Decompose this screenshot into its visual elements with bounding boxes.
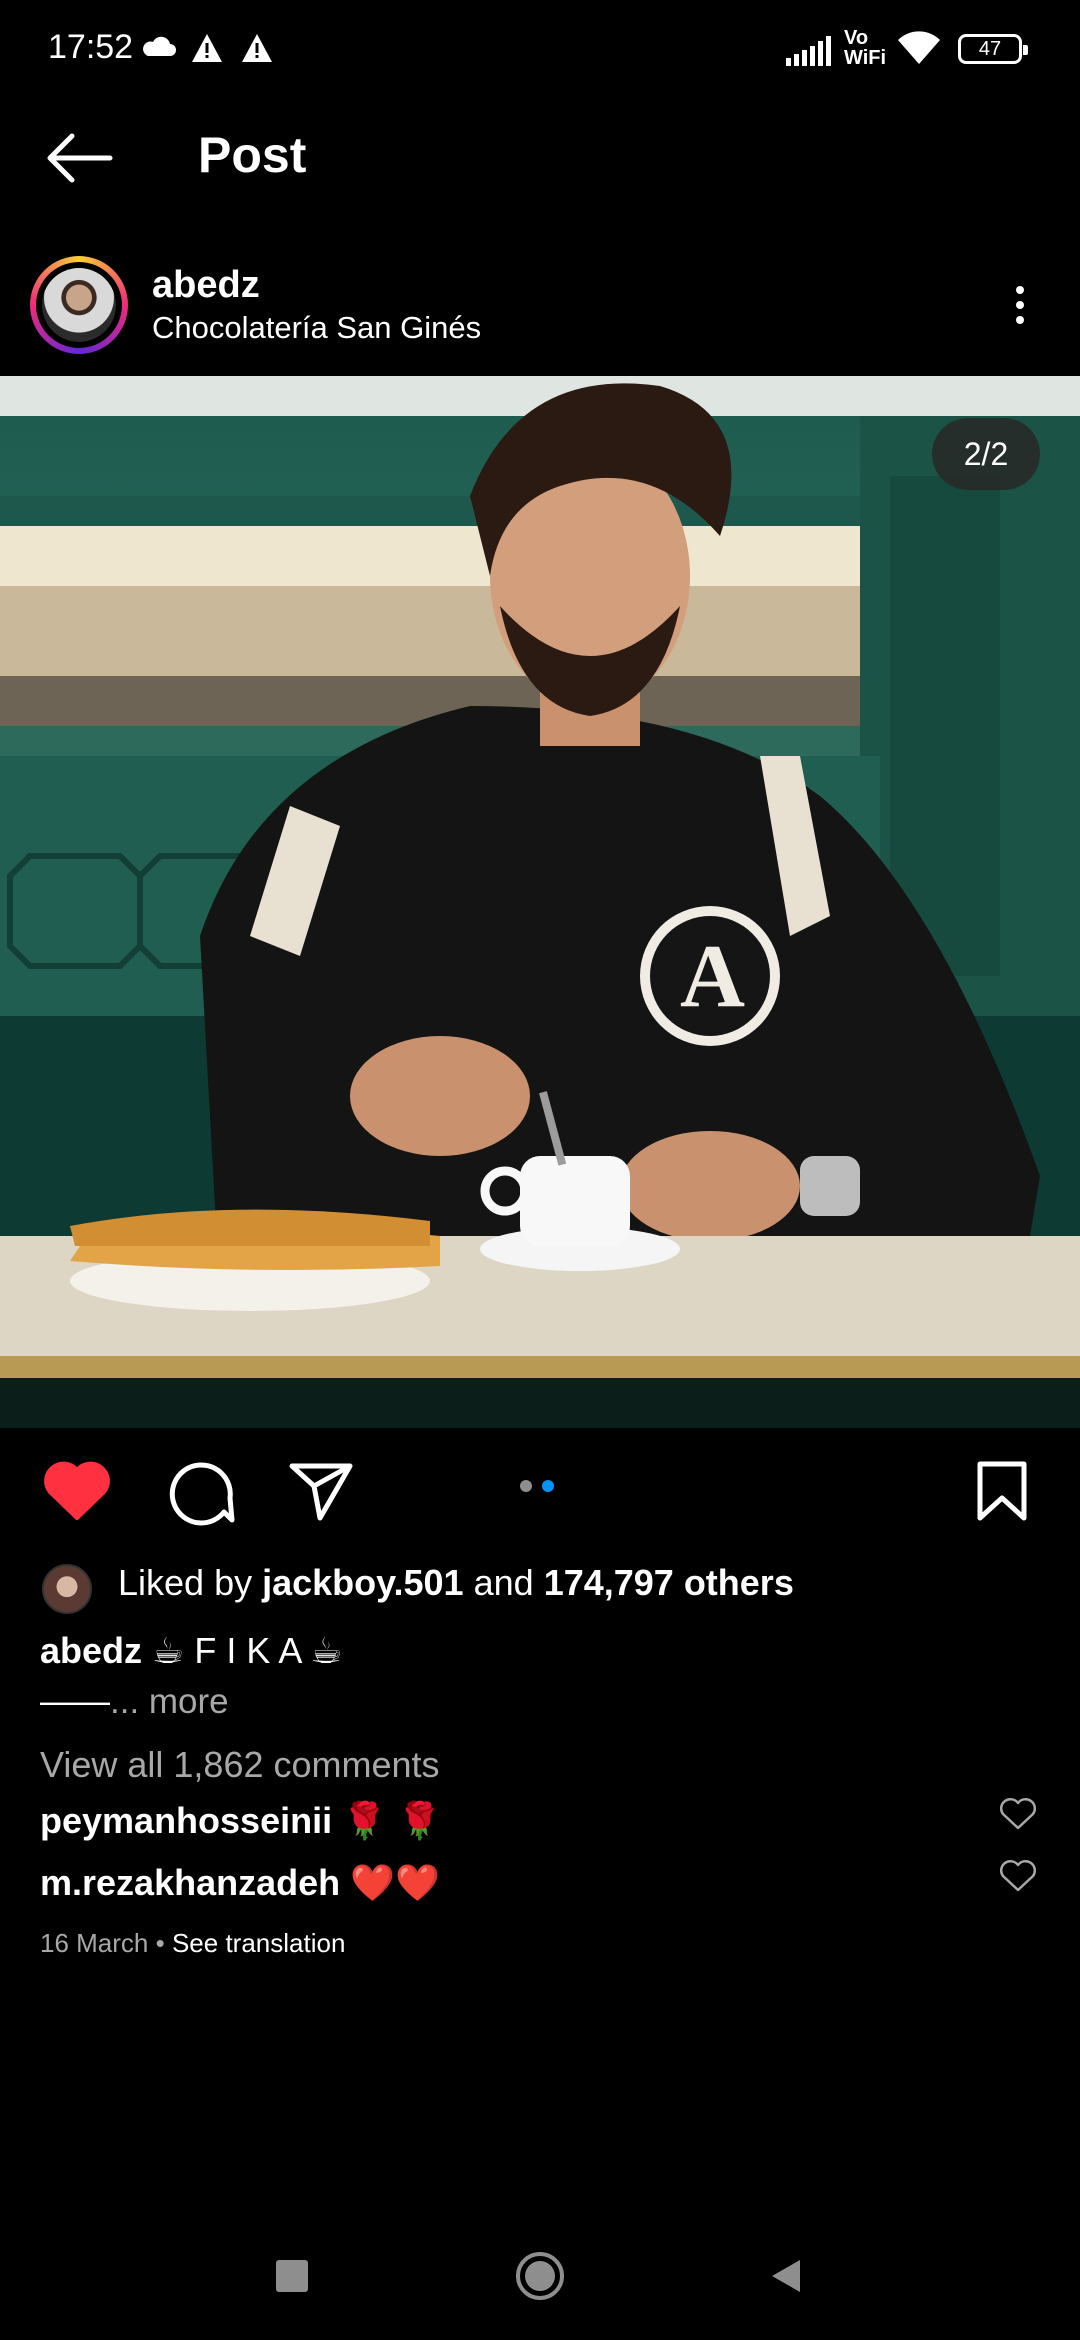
comment: m.rezakhanzadeh ❤️❤️ (40, 1862, 440, 1904)
heart-outline-icon[interactable] (998, 1858, 1038, 1894)
post-date-row: 16 March • See translation (40, 1928, 345, 1959)
share-icon[interactable] (288, 1460, 354, 1522)
cloud-icon (143, 36, 176, 56)
comment-icon[interactable] (166, 1460, 236, 1526)
view-all-comments[interactable]: View all 1,862 comments (40, 1744, 440, 1786)
likes-line[interactable]: Liked by jackboy.501 and 174,797 others (118, 1562, 794, 1604)
caption-second-line: —— (40, 1682, 110, 1721)
more-vertical-icon[interactable] (1000, 280, 1040, 330)
bookmark-icon[interactable] (974, 1460, 1030, 1522)
carousel-dot-active (542, 1480, 554, 1492)
likes-avatar[interactable] (42, 1564, 92, 1614)
wifi-icon (898, 31, 940, 64)
warning-icon (192, 34, 222, 62)
comment-user[interactable]: m.rezakhanzadeh (40, 1862, 340, 1903)
battery-icon: 47 (958, 34, 1028, 64)
warning-icon (242, 34, 272, 62)
nav-home-button[interactable] (514, 2250, 566, 2302)
comment: peymanhosseinii 🌹 🌹 (40, 1800, 442, 1842)
caption-text: ☕ F I K A ☕ (152, 1630, 343, 1671)
carousel-dot (520, 1480, 532, 1492)
avatar[interactable] (42, 268, 116, 342)
carousel-dots (520, 1480, 560, 1494)
page-title: Post (198, 127, 307, 183)
svg-text:A: A (680, 927, 745, 1026)
caption-username[interactable]: abedz (40, 1630, 142, 1671)
vowifi-label: Vo WiFi (844, 27, 887, 69)
likes-prefix: Liked by (118, 1562, 253, 1603)
post-date: 16 March (40, 1928, 149, 1958)
likes-user[interactable]: jackboy.501 (262, 1562, 463, 1603)
nav-back-button[interactable] (766, 2256, 806, 2296)
signal-icon (786, 36, 831, 66)
status-bar: 17:52 Vo WiFi 47 (0, 0, 1080, 100)
comment-text: ❤️❤️ (350, 1862, 440, 1903)
likes-connector: and (473, 1562, 534, 1603)
status-time: 17:52 (48, 28, 134, 66)
likes-others[interactable]: 174,797 others (544, 1562, 794, 1603)
heart-icon[interactable] (42, 1460, 112, 1522)
caption: abedz ☕ F I K A ☕ (40, 1630, 343, 1672)
comment-text: 🌹 🌹 (342, 1800, 442, 1841)
photo-counter: 2/2 (932, 418, 1040, 490)
date-separator: • (155, 1928, 165, 1958)
comment-user[interactable]: peymanhosseinii (40, 1800, 332, 1841)
nav-recents-button[interactable] (276, 2260, 308, 2292)
post-username[interactable]: abedz (152, 264, 260, 307)
heart-outline-icon[interactable] (998, 1796, 1038, 1832)
post-image[interactable]: A (0, 376, 1080, 1428)
caption-more[interactable]: ——... more (40, 1682, 229, 1722)
more-link[interactable]: ... more (110, 1682, 229, 1721)
see-translation-link[interactable]: See translation (172, 1928, 345, 1958)
post-photo-illustration: A (0, 376, 1080, 1428)
back-arrow-icon[interactable] (40, 128, 120, 188)
post-location[interactable]: Chocolatería San Ginés (152, 310, 481, 346)
